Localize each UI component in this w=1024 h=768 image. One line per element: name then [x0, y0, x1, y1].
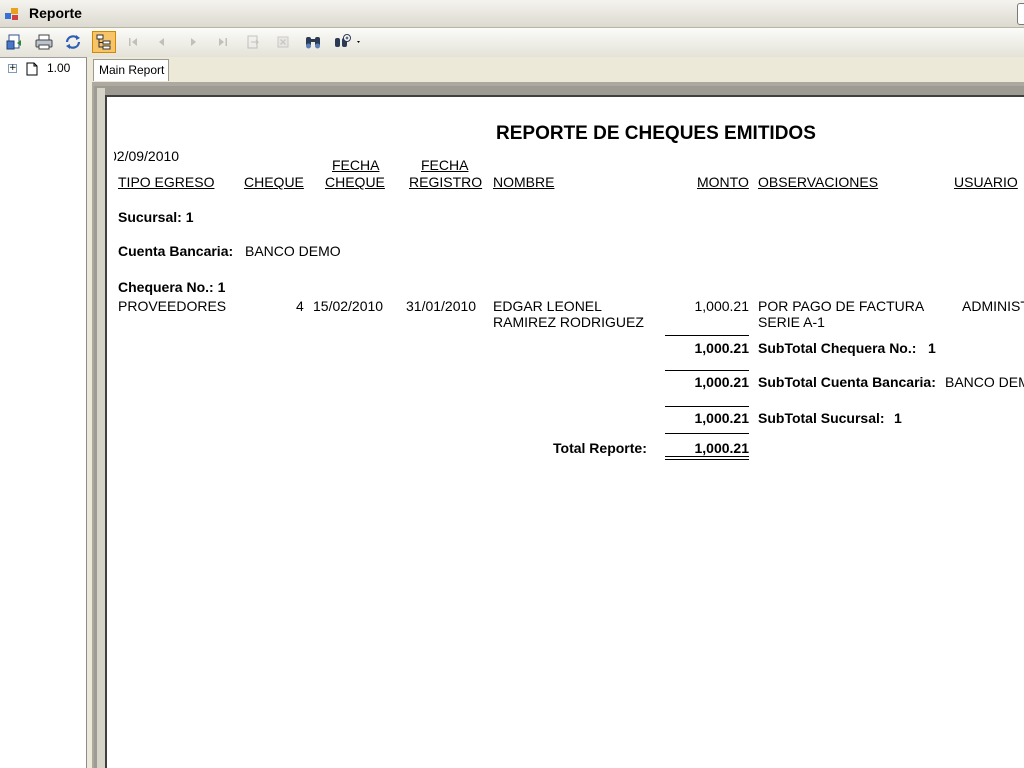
- subtotal-sucursal-value: 1: [894, 410, 902, 426]
- tab-main-report[interactable]: Main Report: [93, 59, 169, 81]
- row-observaciones-line1: POR PAGO DE FACTURA: [758, 298, 925, 314]
- subtotal-cuenta-label: SubTotal Cuenta Bancaria:: [758, 374, 936, 390]
- first-page-icon: [129, 38, 137, 46]
- toggle-group-tree-button[interactable]: [92, 31, 116, 53]
- goto-page-icon: [247, 35, 260, 49]
- subtotal-cuenta-line: [665, 370, 749, 371]
- row-nombre-line2: RAMIREZ RODRIGUEZ: [493, 314, 644, 330]
- window-title: Reporte: [29, 5, 82, 21]
- app-icon: [5, 8, 18, 20]
- subtotal-cuenta-amount: 1,000.21: [694, 374, 750, 390]
- subtotal-sucursal-amount: 1,000.21: [694, 410, 750, 426]
- refresh-button[interactable]: [62, 31, 84, 53]
- goto-page-button[interactable]: [242, 31, 264, 53]
- previous-page-icon: [159, 38, 164, 46]
- next-page-button[interactable]: [182, 31, 204, 53]
- subtotal-chequera-label: SubTotal Chequera No.:: [758, 340, 917, 356]
- group-chequera: Chequera No.: 1: [118, 279, 226, 295]
- row-observaciones-line2: SERIE A-1: [758, 314, 825, 330]
- row-usuario: ADMINIST: [962, 298, 1024, 314]
- page-margin: [97, 88, 105, 768]
- report-title: REPORTE DE CHEQUES EMITIDOS: [496, 123, 816, 144]
- binoculars-icon: [306, 37, 320, 49]
- last-page-button[interactable]: [212, 31, 234, 53]
- group-tree-panel: + 1.00: [0, 57, 87, 768]
- next-page-icon: [191, 38, 196, 46]
- zoom-icon: [335, 34, 360, 47]
- col-fecha-cheque-line2: CHEQUE: [325, 174, 385, 190]
- col-fecha-registro-line2: REGISTRO: [409, 174, 483, 190]
- subtotal-chequera-line: [665, 335, 749, 336]
- subtotal-chequera-value: 1: [928, 340, 936, 356]
- report-date-text: 02/09/2010: [114, 148, 180, 164]
- export-button[interactable]: [4, 31, 26, 53]
- subtotal-chequera-amount: 1,000.21: [694, 340, 750, 356]
- group-tree-icon: [96, 34, 111, 50]
- row-fecha-cheque: 15/02/2010: [313, 298, 384, 314]
- col-tipo-egreso: TIPO EGRESO: [118, 174, 215, 190]
- export-icon: [6, 34, 21, 50]
- row-nombre-line1: EDGAR LEONEL: [493, 298, 602, 314]
- tree-expander-plus-icon[interactable]: +: [8, 64, 17, 73]
- stop-button[interactable]: [272, 31, 294, 53]
- total-double-line-2: [665, 459, 749, 460]
- last-page-icon: [219, 38, 227, 46]
- col-fecha-cheque-line1: FECHA: [332, 157, 380, 173]
- group-sucursal: Sucursal: 1: [118, 209, 194, 225]
- print-button[interactable]: [33, 31, 55, 53]
- tree-item-label[interactable]: 1.00: [47, 61, 70, 75]
- zoom-dropdown-button[interactable]: [331, 31, 365, 53]
- subtotal-sucursal-line: [665, 406, 749, 407]
- previous-page-button[interactable]: [151, 31, 173, 53]
- subtotal-sucursal-label: SubTotal Sucursal:: [758, 410, 885, 426]
- total-label: Total Reporte:: [553, 440, 647, 456]
- total-top-line: [665, 433, 749, 434]
- stop-icon: [277, 36, 289, 48]
- row-cheque: 4: [296, 298, 304, 314]
- title-bar: Reporte: [0, 0, 1024, 28]
- first-page-button[interactable]: [122, 31, 144, 53]
- row-monto: 1,000.21: [694, 298, 750, 314]
- col-monto: MONTO: [697, 174, 749, 190]
- subtotal-cuenta-value: BANCO DEM: [945, 374, 1024, 390]
- report-page: [105, 95, 1024, 768]
- window-control-button[interactable]: [1017, 3, 1024, 25]
- total-amount: 1,000.21: [694, 440, 750, 456]
- row-fecha-registro: 31/01/2010: [406, 298, 477, 314]
- search-button[interactable]: [302, 31, 324, 53]
- report-date: 02/09/2010: [114, 148, 214, 164]
- report-toolbar: [0, 28, 1024, 58]
- tab-strip: [92, 57, 1024, 82]
- col-nombre: NOMBRE: [493, 174, 555, 190]
- col-cheque: CHEQUE: [244, 174, 304, 190]
- printer-icon: [35, 34, 53, 50]
- col-observaciones: OBSERVACIONES: [758, 174, 879, 190]
- row-tipo-egreso: PROVEEDORES: [118, 298, 227, 314]
- refresh-icon: [65, 35, 81, 49]
- total-double-line-1: [665, 456, 749, 457]
- col-fecha-registro-line1: FECHA: [421, 157, 469, 173]
- col-usuario: USUARIO: [954, 174, 1018, 190]
- group-cuenta-label: Cuenta Bancaria:: [118, 243, 234, 259]
- group-cuenta-value: BANCO DEMO: [245, 243, 341, 259]
- page-icon: [26, 62, 38, 76]
